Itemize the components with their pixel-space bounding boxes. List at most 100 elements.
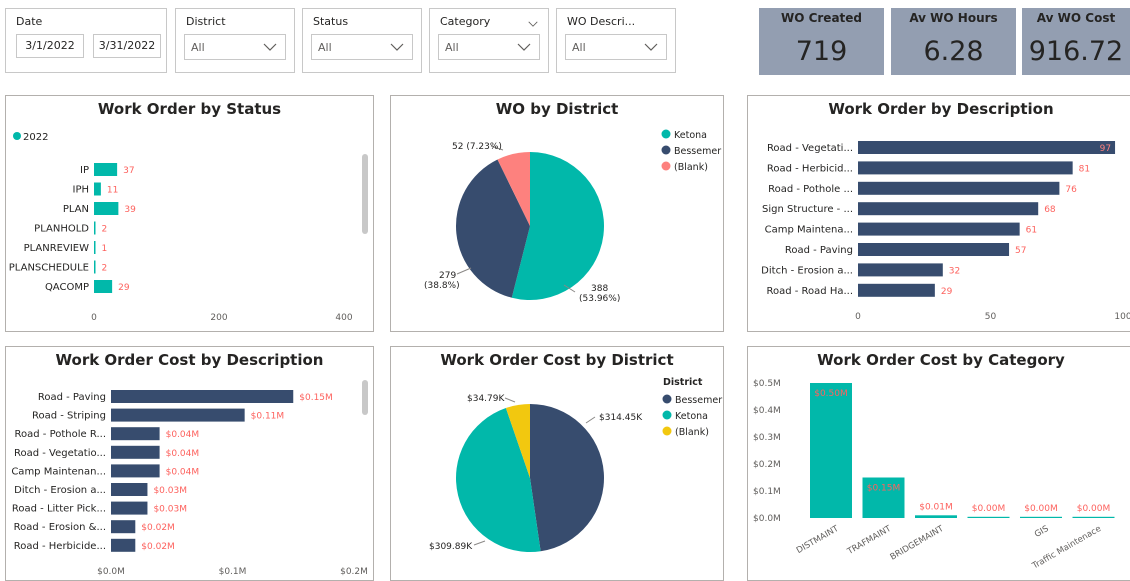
data-label: 61 [1026,226,1037,236]
status-slicer[interactable]: Status All [302,8,422,73]
data-label: $0.00M [972,504,1006,514]
panel-wo-by-status: Work Order by Status 2022 IP 37 IPH 11 PLAN 39… [5,95,374,332]
scrollbar[interactable] [362,154,368,234]
data-label: 81 [1079,164,1090,174]
y-tick-label: $0.2M [753,460,781,470]
category-label: Road - Vegetatio... [14,448,106,459]
y-tick-label: $0.4M [753,406,781,416]
legend-marker [662,394,672,404]
y-tick-label: $0.0M [753,514,781,524]
chevron-down-icon [390,43,404,51]
kpi-value: 6.28 [923,36,984,67]
data-label: 2 [102,264,108,274]
category-slicer[interactable]: Category All [429,8,549,73]
bar [111,538,136,552]
category-label: IPH [73,185,90,196]
data-label: $0.02M [141,523,175,533]
status-dropdown-value: All [318,41,332,54]
bar [111,464,160,478]
bar [858,181,1060,195]
kpi-value: 916.72 [1028,36,1124,67]
data-label: 29 [118,283,130,293]
bar [111,501,148,515]
bar [111,483,148,496]
date-from-input[interactable]: 3/1/2022 [16,34,84,58]
leader-line [473,540,486,546]
legend-label: Ketona [674,130,707,141]
legend-label: (Blank) [675,427,709,438]
pie-slice [530,404,604,552]
bar [858,263,943,277]
district-slicer[interactable]: District All [175,8,295,73]
x-tick-label: GIS [1033,524,1051,540]
data-label: $309.89K [429,542,473,552]
scrollbar[interactable] [362,380,368,415]
date-to-input[interactable]: 3/31/2022 [93,34,161,58]
category-label: QACOMP [45,282,89,293]
category-dropdown[interactable]: All [438,34,540,60]
bar [915,515,957,518]
category-label: PLANHOLD [34,224,89,235]
bar [1020,516,1062,518]
bar [111,445,160,459]
category-label: Road - Vegetati... [767,143,853,154]
bar [858,243,1010,256]
y-tick-label: $0.5M [753,379,781,389]
chevron-down-icon [528,21,538,27]
data-label: 68 [1044,205,1056,215]
bar [810,383,852,518]
category-label: IP [80,165,89,176]
data-label: $0.15M [867,484,901,494]
x-tick-label: 0 [91,313,97,323]
category-label: Road - Paving [785,245,853,256]
legend-title: District [663,377,703,388]
wo-description-slicer[interactable]: WO Descri... All [556,8,676,73]
status-dropdown[interactable]: All [311,34,413,60]
x-tick-label: 200 [210,313,227,323]
leader-line [456,267,472,275]
category-label: Ditch - Erosion a... [761,265,853,276]
panel-cost-by-description: Work Order Cost by Description Road - Pa… [5,346,374,581]
district-dropdown[interactable]: All [184,34,286,60]
bar [111,520,136,534]
legend-label: (Blank) [674,162,708,173]
legend-label: Ketona [675,411,708,422]
status-bar-chart: 2022 IP 37 IPH 11 PLAN 39 PLANHOLD 2 PLANREVIEW 1 P… [9,132,353,323]
leader-line [504,397,516,403]
x-tick-label: $0.2M [340,567,368,577]
data-label: $0.03M [153,486,187,496]
kpi-card-wo-created: WO Created 719 [759,8,884,75]
data-label: $0.04M [166,449,200,459]
data-label: 37 [123,166,134,176]
district-dropdown-value: All [191,41,205,54]
legend-label: Bessemer [674,146,721,157]
description-bar-chart: Road - Vegetati... 97 Road - Herbicid... 81… [761,141,1130,322]
kpi-card-av-wo-hours: Av WO Hours 6.28 [891,8,1016,75]
category-label: PLAN [63,204,89,215]
category-label: Road - Erosion &... [14,522,106,533]
district-pie-chart: Ketona Bessemer (Blank) 52 (7.23%) 388(53.96… [424,129,721,304]
x-tick-label: $0.1M [219,567,247,577]
panel-cost-by-district: Work Order Cost by District District Bess… [390,346,724,581]
kpi-title: Av WO Hours [909,11,998,25]
bar [858,202,1039,216]
data-label: $34.79K [467,394,505,404]
data-label: 388 [591,284,608,294]
data-label: 1 [102,244,108,254]
data-label: $314.45K [599,413,643,423]
legend-label: 2022 [23,132,48,143]
data-label: $0.50M [814,389,848,399]
wo-description-dropdown[interactable]: All [565,34,667,60]
data-label: $0.04M [166,430,200,440]
kpi-title: Av WO Cost [1036,11,1116,25]
cost-category-bar-chart: $0.0M $0.1M $0.2M $0.3M $0.4M $0.5M $0.50M DIST… [753,379,1115,572]
data-label: 76 [1065,185,1077,195]
data-label: $0.15M [299,393,333,403]
data-label: 52 (7.23%) [452,142,502,152]
bar [94,163,118,176]
category-label: PLANSCHEDULE [9,263,89,274]
bar [94,221,96,235]
category-slicer-label: Category [440,15,491,28]
y-tick-label: $0.1M [753,487,781,497]
date-slicer[interactable]: Date 3/1/2022 3/31/2022 [5,8,167,73]
